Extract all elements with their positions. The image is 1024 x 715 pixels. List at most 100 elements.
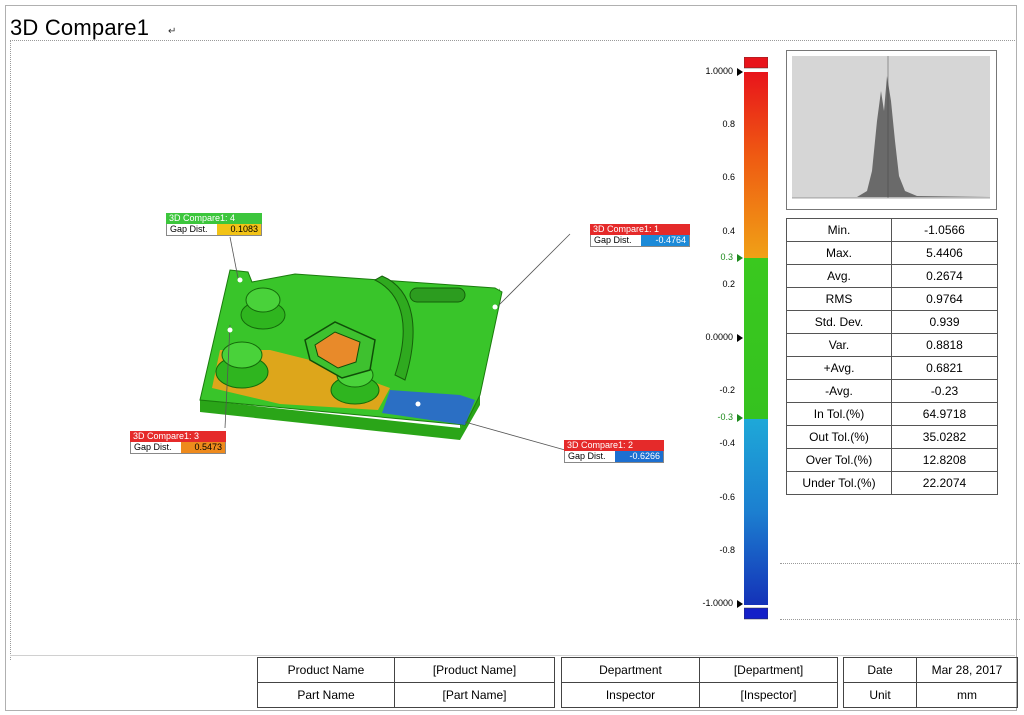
annotation-title: 3D Compare1: 1: [590, 224, 690, 235]
table-row: Part Name [Part Name]: [257, 682, 555, 708]
table-row: Department [Department]: [561, 657, 838, 683]
probe-point[interactable]: [227, 327, 233, 333]
stats-label: -Avg.: [786, 379, 892, 403]
annotation-2[interactable]: 3D Compare1: 2 Gap Dist. -0.6266: [564, 440, 664, 463]
stats-value: 0.9764: [891, 287, 998, 311]
scale-tick-label: -1.0000: [702, 598, 733, 608]
annotation-label: Gap Dist.: [170, 224, 208, 234]
stats-label: +Avg.: [786, 356, 892, 380]
footer-department-table: Department [Department] Inspector [Inspe…: [561, 657, 838, 708]
annotation-value: 0.5473: [181, 442, 225, 453]
stats-value: 5.4406: [891, 241, 998, 265]
leader-line: [497, 233, 571, 307]
stats-row: +Avg. 0.6821: [786, 356, 998, 380]
annotation-row: Gap Dist. -0.4764: [590, 235, 690, 247]
unit-value: mm: [916, 682, 1018, 708]
annotation-value: 0.1083: [217, 224, 261, 235]
annotation-title: 3D Compare1: 2: [564, 440, 664, 451]
scale-tick-label: -0.8: [719, 544, 735, 555]
guide-line: [780, 563, 1020, 564]
stats-value: -1.0566: [891, 218, 998, 242]
annotation-1[interactable]: 3D Compare1: 1 Gap Dist. -0.4764: [590, 224, 690, 247]
table-row: Product Name [Product Name]: [257, 657, 555, 683]
scale-tick-label: 1.0000: [705, 66, 733, 76]
product-name-value: [Product Name]: [394, 657, 555, 683]
stats-label: RMS: [786, 287, 892, 311]
department-label: Department: [561, 657, 700, 683]
scale-range-high: [744, 72, 768, 258]
annotation-label: Gap Dist.: [568, 451, 606, 461]
footer-date-table: Date Mar 28, 2017 Unit mm: [843, 657, 1018, 708]
annotation-row: Gap Dist. 0.1083: [166, 224, 262, 236]
stats-label: Over Tol.(%): [786, 448, 892, 472]
stats-row: Avg. 0.2674: [786, 264, 998, 288]
scale-marker-icon: [737, 600, 743, 608]
scale-tick-label: -0.2: [719, 385, 735, 396]
model-slot: [409, 287, 466, 303]
probe-point[interactable]: [492, 304, 498, 310]
table-row: Inspector [Inspector]: [561, 682, 838, 708]
scale-marker-icon: [737, 254, 743, 263]
scale-tick-label: 0.2: [722, 278, 735, 289]
scale-tick-label: -0.4: [719, 438, 735, 449]
scale-tick-label: 0.6: [722, 172, 735, 183]
stats-label: Var.: [786, 333, 892, 357]
stats-value: 22.2074: [891, 471, 998, 495]
stats-row: Std. Dev. 0.939: [786, 310, 998, 334]
unit-label: Unit: [843, 682, 917, 708]
model-boss: [215, 341, 269, 389]
scale-tick-label: 0.4: [722, 225, 735, 236]
scale-overflow-high: [744, 57, 768, 69]
footer-divider: [10, 655, 1015, 656]
annotation-value: -0.6266: [615, 451, 663, 462]
stats-value: 35.0282: [891, 425, 998, 449]
title-divider: [10, 40, 1015, 41]
stats-label: Min.: [786, 218, 892, 242]
annotation-row: Gap Dist. 0.5473: [130, 442, 226, 454]
annotation-4[interactable]: 3D Compare1: 4 Gap Dist. 0.1083: [166, 213, 262, 236]
annotation-title: 3D Compare1: 4: [166, 213, 262, 224]
guide-line: [780, 619, 1020, 620]
stats-row: Var. 0.8818: [786, 333, 998, 357]
part-name-label: Part Name: [257, 682, 395, 708]
scale-tick-label: 0.0000: [705, 332, 733, 342]
stats-label: Avg.: [786, 264, 892, 288]
leader-line: [464, 421, 566, 451]
probe-point[interactable]: [237, 277, 243, 283]
scale-marker-icon: [737, 334, 743, 342]
probe-point[interactable]: [415, 401, 421, 407]
part-name-value: [Part Name]: [394, 682, 555, 708]
stats-value: 0.8818: [891, 333, 998, 357]
annotation-value: -0.4764: [641, 235, 689, 246]
stats-row: Out Tol.(%) 35.0282: [786, 425, 998, 449]
footer-product-table: Product Name [Product Name] Part Name [P…: [257, 657, 555, 708]
date-label: Date: [843, 657, 917, 683]
stats-row: Under Tol.(%) 22.2074: [786, 471, 998, 495]
stats-value: 0.6821: [891, 356, 998, 380]
department-value: [Department]: [699, 657, 838, 683]
scale-tick-label: 0.3: [720, 252, 733, 263]
stats-row: In Tol.(%) 64.9718: [786, 402, 998, 426]
inspector-value: [Inspector]: [699, 682, 838, 708]
page-title: 3D Compare1: [10, 15, 150, 40]
scale-range-tol: [744, 258, 768, 419]
scale-range-low: [744, 419, 768, 605]
annotation-3[interactable]: 3D Compare1: 3 Gap Dist. 0.5473: [130, 431, 226, 454]
annotation-row: Gap Dist. -0.6266: [564, 451, 664, 463]
stats-row: -Avg. -0.23: [786, 379, 998, 403]
stats-label: Max.: [786, 241, 892, 265]
stats-label: Out Tol.(%): [786, 425, 892, 449]
stats-row: Min. -1.0566: [786, 218, 998, 242]
stats-value: 64.9718: [891, 402, 998, 426]
histogram-chart: [792, 56, 990, 199]
color-scale-bar: [744, 57, 768, 620]
scale-marker-icon: [737, 413, 743, 422]
stats-row: Max. 5.4406: [786, 241, 998, 265]
stats-row: RMS 0.9764: [786, 287, 998, 311]
stats-value: -0.23: [891, 379, 998, 403]
inspector-label: Inspector: [561, 682, 700, 708]
histogram-panel: [786, 50, 997, 210]
annotation-label: Gap Dist.: [594, 235, 632, 245]
stats-label: Std. Dev.: [786, 310, 892, 334]
scale-marker-icon: [737, 68, 743, 76]
